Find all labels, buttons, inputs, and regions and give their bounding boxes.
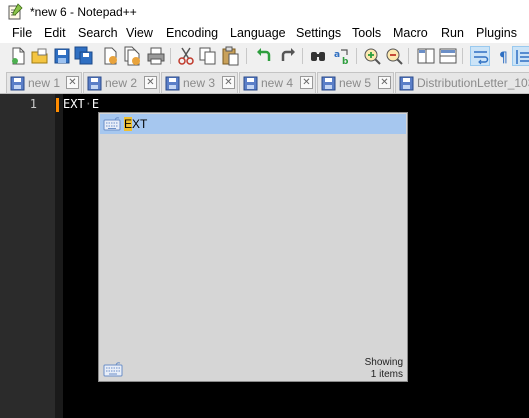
show-all-characters-icon[interactable]: ¶ xyxy=(494,46,514,66)
menu-language[interactable]: Language xyxy=(230,26,286,40)
open-file-icon[interactable] xyxy=(30,46,50,66)
tab-close-icon[interactable]: ✕ xyxy=(66,76,79,89)
redo-icon[interactable] xyxy=(278,46,298,66)
svg-text:b: b xyxy=(342,57,349,66)
title-bar: *new 6 - Notepad++ xyxy=(0,0,529,24)
tab-label: new 2 xyxy=(105,76,138,90)
code-text: E xyxy=(91,97,100,111)
document-disk-icon xyxy=(321,76,336,91)
code-text: EXT xyxy=(63,97,85,111)
menu-edit[interactable]: Edit xyxy=(44,26,66,40)
menu-macro[interactable]: Macro xyxy=(393,26,428,40)
svg-text:a: a xyxy=(334,50,340,60)
find-icon[interactable] xyxy=(308,46,328,66)
zoom-in-icon[interactable] xyxy=(362,46,382,66)
code-line[interactable]: EXT·E xyxy=(63,97,99,111)
indent-guide-icon[interactable] xyxy=(512,46,529,66)
autocomplete-status: Showing 1 items xyxy=(365,357,403,381)
keyboard-icon xyxy=(103,117,121,131)
tab-close-icon[interactable]: ✕ xyxy=(144,76,157,89)
autocomplete-item-text: EXT xyxy=(124,117,147,131)
change-history-marker xyxy=(56,98,59,112)
tab-new-2[interactable]: new 2 ✕ xyxy=(83,72,160,93)
autocomplete-popup[interactable]: EXT Showing 1 items xyxy=(98,112,408,382)
line-number: 1 xyxy=(29,97,37,111)
menu-file[interactable]: File xyxy=(12,26,32,40)
save-all-icon[interactable] xyxy=(74,46,94,66)
close-icon[interactable] xyxy=(100,46,120,66)
autocomplete-item[interactable]: EXT xyxy=(100,114,406,134)
tab-label: new 1 xyxy=(28,76,61,90)
svg-text:¶: ¶ xyxy=(499,50,508,66)
notepad-plus-plus-icon xyxy=(6,3,24,21)
document-disk-icon xyxy=(243,76,258,91)
keyboard-icon xyxy=(103,361,123,377)
tab-close-icon[interactable]: ✕ xyxy=(222,76,235,89)
copy-icon[interactable] xyxy=(198,46,218,66)
autocomplete-status-count: 1 items xyxy=(370,369,403,380)
document-disk-icon xyxy=(399,76,414,91)
tab-distribution-letter[interactable]: DistributionLetter_103 xyxy=(395,72,529,93)
tab-label: new 3 xyxy=(183,76,216,90)
tab-new-3[interactable]: new 3 ✕ xyxy=(161,72,238,93)
replace-icon[interactable]: ab xyxy=(332,46,352,66)
menu-run[interactable]: Run xyxy=(441,26,464,40)
tab-new-1[interactable]: new 1 ✕ xyxy=(6,72,82,93)
fold-margin xyxy=(55,94,63,418)
toolbar-separator xyxy=(170,48,171,64)
menu-search[interactable]: Search xyxy=(78,26,118,40)
menu-settings[interactable]: Settings xyxy=(296,26,341,40)
menu-plugins[interactable]: Plugins xyxy=(476,26,517,40)
toolbar: ab ¶ xyxy=(0,43,529,69)
cut-icon[interactable] xyxy=(176,46,196,66)
menu-bar: File Edit Search View Encoding Language … xyxy=(0,24,529,43)
toolbar-separator xyxy=(356,48,357,64)
new-file-icon[interactable] xyxy=(8,46,28,66)
autocomplete-match: E xyxy=(124,117,133,131)
menu-view[interactable]: View xyxy=(126,26,153,40)
menu-encoding[interactable]: Encoding xyxy=(166,26,218,40)
document-disk-icon xyxy=(87,76,102,91)
undo-icon[interactable] xyxy=(254,46,274,66)
menu-tools[interactable]: Tools xyxy=(352,26,381,40)
paste-icon[interactable] xyxy=(220,46,240,66)
whitespace-dot: · xyxy=(84,97,92,111)
line-number-gutter: 1 xyxy=(0,94,55,418)
zoom-out-icon[interactable] xyxy=(384,46,404,66)
sync-horizontal-icon[interactable] xyxy=(438,46,458,66)
save-icon[interactable] xyxy=(52,46,72,66)
close-all-icon[interactable] xyxy=(122,46,142,66)
toolbar-separator xyxy=(462,48,463,64)
tab-bar: new 1 ✕ new 2 ✕ new 3 ✕ new 4 ✕ new 5 ✕ … xyxy=(0,71,529,94)
toolbar-separator xyxy=(408,48,409,64)
window-title: *new 6 - Notepad++ xyxy=(30,5,137,19)
tab-label: DistributionLetter_103 xyxy=(417,76,529,90)
tab-label: new 4 xyxy=(261,76,294,90)
tab-close-icon[interactable]: ✕ xyxy=(300,76,313,89)
tab-new-4[interactable]: new 4 ✕ xyxy=(239,72,316,93)
word-wrap-icon[interactable] xyxy=(470,46,490,66)
document-disk-icon xyxy=(165,76,180,91)
sync-vertical-icon[interactable] xyxy=(416,46,436,66)
tab-close-icon[interactable]: ✕ xyxy=(378,76,391,89)
autocomplete-rest: XT xyxy=(132,117,148,131)
tab-label: new 5 xyxy=(339,76,372,90)
document-disk-icon xyxy=(10,76,25,91)
toolbar-separator xyxy=(302,48,303,64)
print-icon[interactable] xyxy=(146,46,166,66)
tab-new-5[interactable]: new 5 ✕ xyxy=(317,72,394,93)
autocomplete-status-line: Showing xyxy=(364,357,403,368)
toolbar-separator xyxy=(246,48,247,64)
